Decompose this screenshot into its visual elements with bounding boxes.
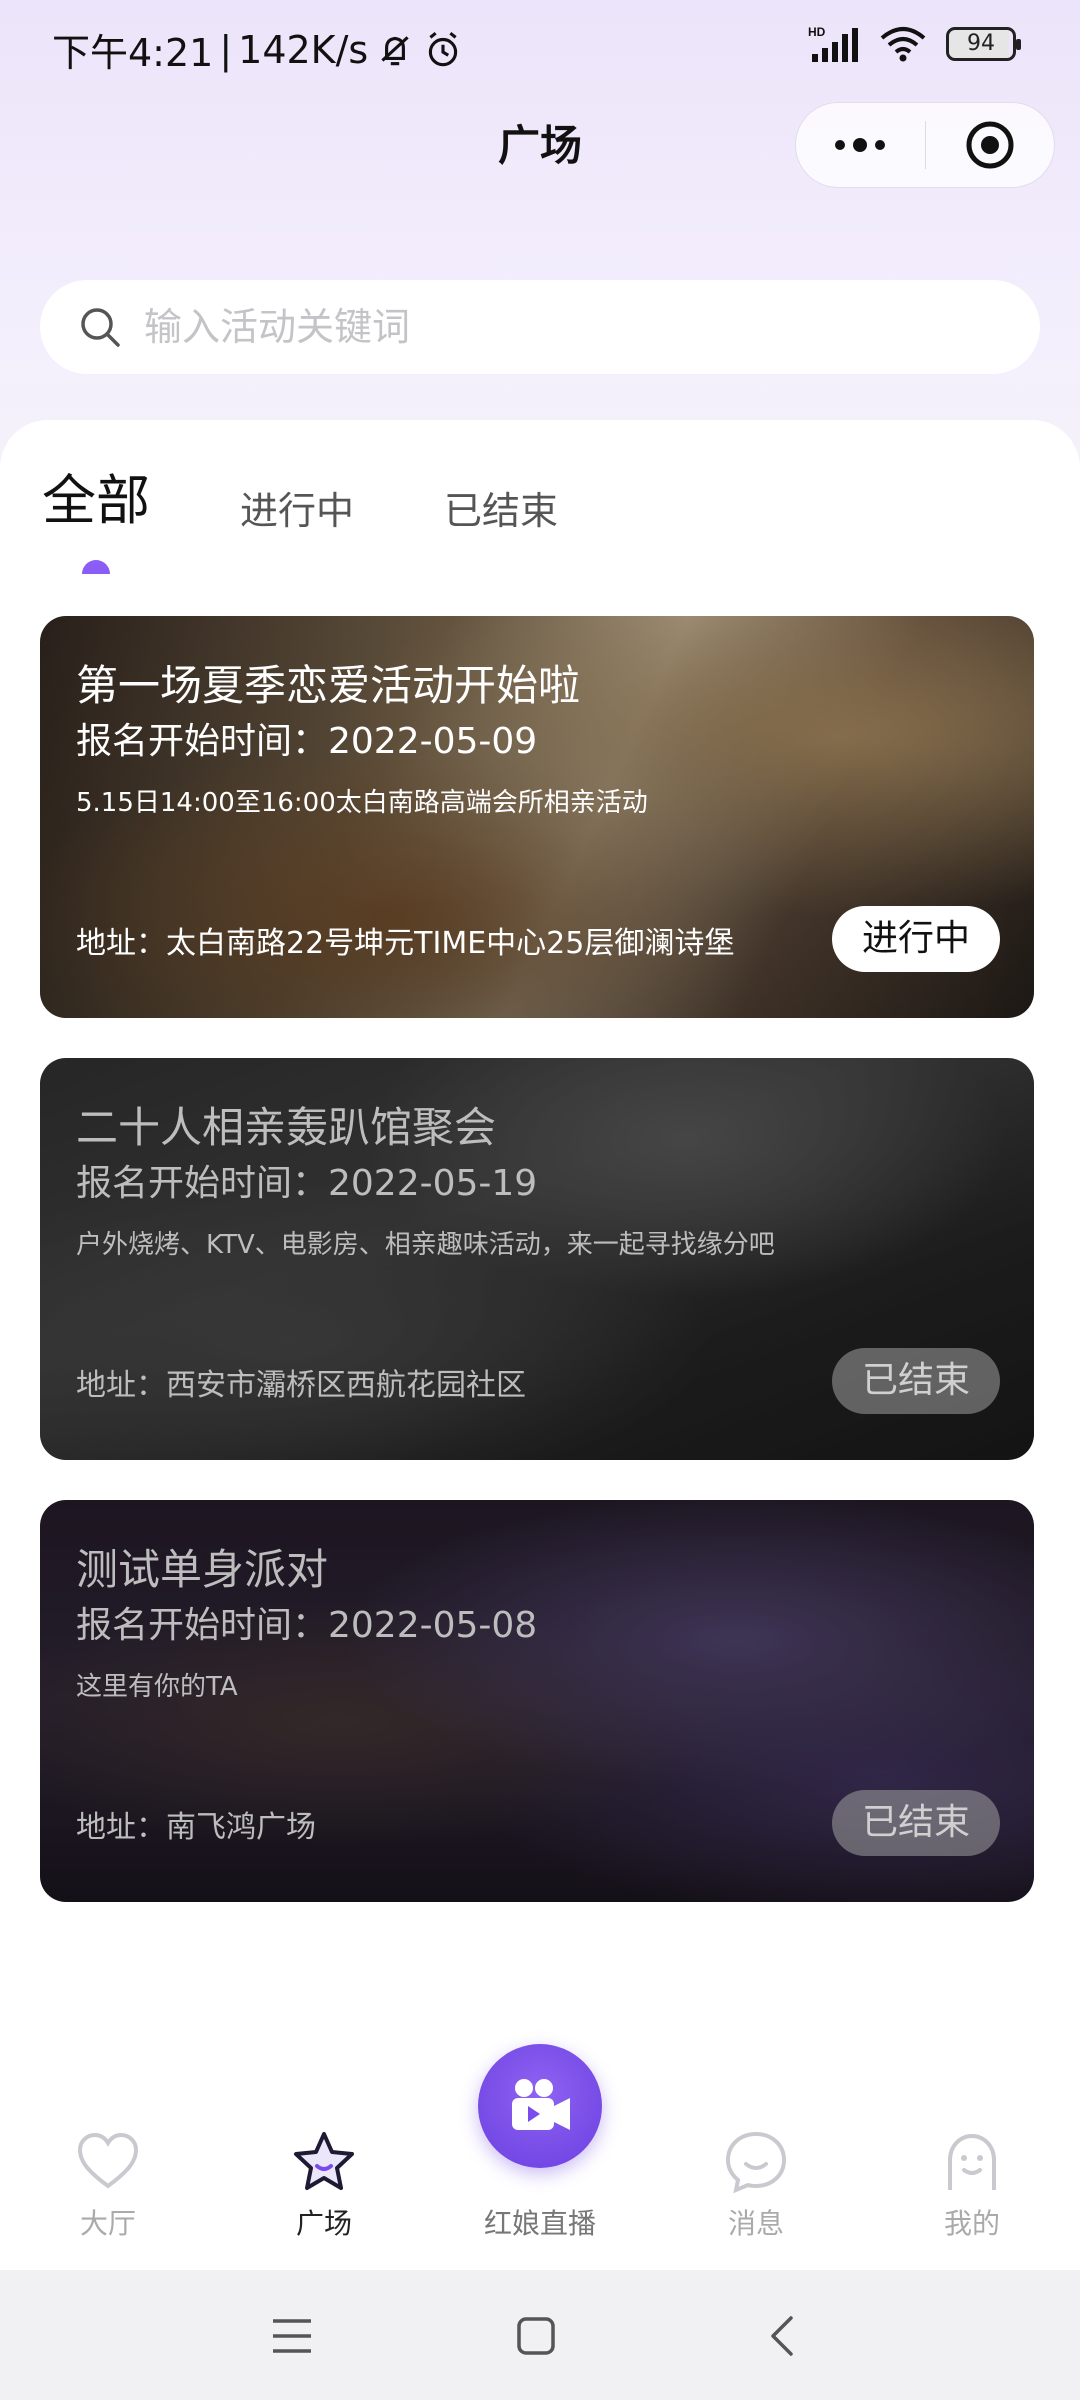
star-icon [294, 2132, 354, 2190]
nav-label: 消息 [727, 2207, 784, 2240]
mini-program-capsule [795, 102, 1055, 188]
live-stream-button[interactable] [478, 2044, 602, 2168]
tab-ended[interactable]: 已结束 [444, 480, 558, 541]
status-left: 下午4:21 | 142K/s [52, 22, 464, 77]
activity-address: 地址：西安市灞桥区西航花园社区 [76, 1368, 526, 1403]
search-input[interactable] [144, 305, 964, 349]
activity-title: 第一场夏季恋爱活动开始啦 [76, 661, 581, 710]
mute-icon [381, 35, 409, 65]
tab-all[interactable]: 全部 [42, 456, 150, 541]
nav-item-messages[interactable]: 消息 [676, 2130, 836, 2242]
activity-start-time: 报名开始时间：2022-05-19 [76, 1163, 538, 1204]
signal-icon: HD [808, 25, 858, 62]
nav-label: 红娘直播 [483, 2207, 596, 2240]
wifi-icon [880, 27, 926, 62]
status-badge: 已结束 [832, 1790, 1000, 1856]
activity-title: 测试单身派对 [76, 1545, 329, 1594]
battery-icon: 94 [946, 27, 1021, 61]
status-badge: 进行中 [832, 906, 1000, 972]
profile-icon [948, 2133, 996, 2190]
tab-ongoing[interactable]: 进行中 [240, 480, 354, 541]
more-dots-icon[interactable] [796, 102, 925, 188]
chat-bubble-icon [725, 2131, 787, 2194]
system-nav-bar [0, 2270, 1080, 2400]
activity-start-time: 报名开始时间：2022-05-09 [76, 721, 538, 762]
battery-level: 94 [967, 31, 995, 56]
target-circle-icon[interactable] [925, 102, 1054, 188]
activity-start-time: 报名开始时间：2022-05-08 [76, 1605, 538, 1646]
activity-card[interactable]: 第一场夏季恋爱活动开始啦 报名开始时间：2022-05-09 5.15日14:0… [40, 616, 1034, 1018]
activity-title: 二十人相亲轰趴馆聚会 [76, 1103, 497, 1152]
nav-item-hall[interactable]: 大厅 [28, 2130, 188, 2242]
tab-indicator [82, 560, 110, 574]
nav-item-square[interactable]: 广场 [244, 2130, 404, 2242]
search-icon [81, 308, 120, 347]
status-time: 下午4:21 [52, 31, 214, 75]
nav-label: 广场 [295, 2207, 352, 2240]
hd-label: HD [808, 25, 826, 39]
menu-icon[interactable] [262, 2310, 322, 2362]
activity-description: 户外烧烤、KTV、电影房、相亲趣味活动，来一起寻找缘分吧 [76, 1230, 775, 1260]
nav-item-profile[interactable]: 我的 [892, 2130, 1052, 2242]
home-icon[interactable] [506, 2310, 566, 2362]
tab-bar: 全部 进行中 已结束 [42, 456, 648, 541]
alarm-icon [429, 31, 458, 66]
back-icon[interactable] [752, 2310, 812, 2362]
activity-card[interactable]: 测试单身派对 报名开始时间：2022-05-08 这里有你的TA 地址：南飞鸿广… [40, 1500, 1034, 1902]
status-bar: 下午4:21 | 142K/s HD 94 [0, 0, 1080, 96]
activity-description: 这里有你的TA [76, 1672, 238, 1702]
content-panel: 全部 进行中 已结束 第一场夏季恋爱活动开始啦 报名开始时间：2022-05-0… [0, 420, 1080, 2270]
search-bar[interactable] [40, 280, 1040, 374]
activity-card[interactable]: 二十人相亲轰趴馆聚会 报名开始时间：2022-05-19 户外烧烤、KTV、电影… [40, 1058, 1034, 1460]
status-badge: 已结束 [832, 1348, 1000, 1414]
nav-label: 大厅 [79, 2207, 136, 2240]
activity-address: 地址：南飞鸿广场 [76, 1810, 316, 1845]
nav-label: 我的 [943, 2207, 1000, 2240]
activity-description: 5.15日14:00至16:00太白南路高端会所相亲活动 [76, 788, 648, 818]
bottom-nav: 大厅 广场 红娘直播 消息 我的 [0, 2030, 1080, 2270]
status-separator: | [219, 27, 233, 72]
network-speed: 142K/s [238, 27, 369, 72]
heart-icon [77, 2132, 139, 2189]
video-camera-icon [512, 2079, 570, 2130]
status-right: HD 94 [808, 24, 1021, 64]
activity-address: 地址：太白南路22号坤元TIME中心25层御澜诗堡 [76, 926, 735, 961]
